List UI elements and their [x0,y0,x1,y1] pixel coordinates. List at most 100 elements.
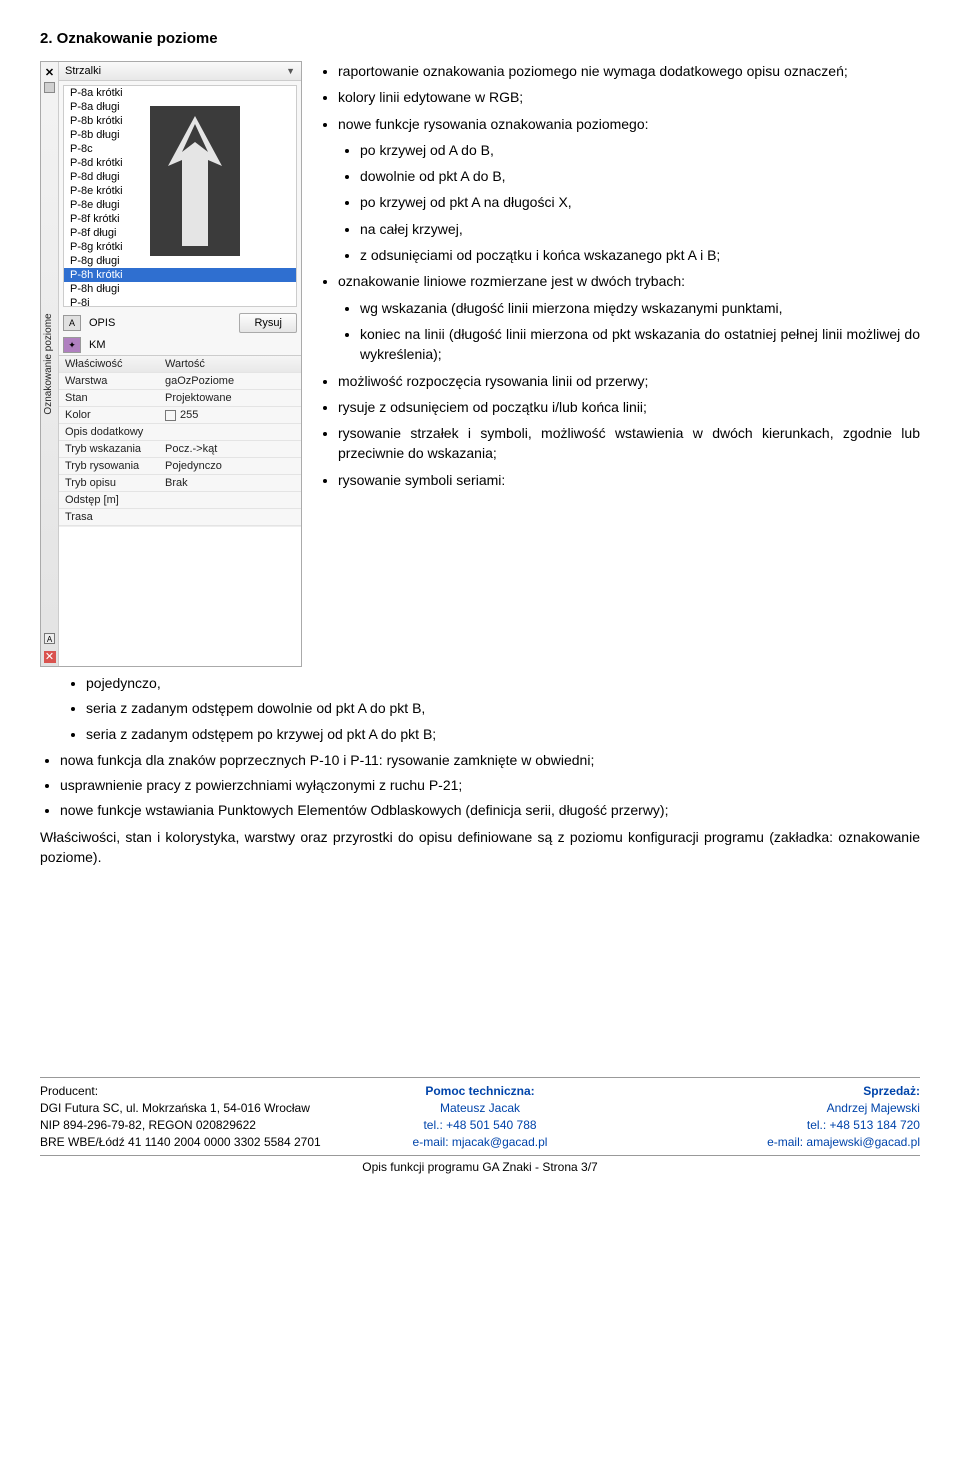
list-item[interactable]: P-8h długi [64,282,296,296]
footer-page-number: Opis funkcji programu GA Znaki - Strona … [40,1160,920,1190]
bullet-item: nowe funkcje rysowania oznakowania pozio… [338,114,920,134]
list-item[interactable]: P-8h krótki [64,268,296,282]
prop-row: Tryb opisuBrak [59,475,301,492]
prop-label: Tryb opisu [59,475,159,491]
bullet-sub-item: na całej krzywej, [360,219,920,239]
prop-label: Stan [59,390,159,406]
bullet-sub-item: z odsunięciami od początku i końca wskaz… [360,245,920,265]
lower-paragraph: Właściwości, stan i kolorystyka, warstwy… [40,827,920,868]
prop-value[interactable] [159,509,301,525]
list-item[interactable]: P-8d długi [64,170,296,184]
bullet-item: kolory linii edytowane w RGB; [338,87,920,107]
footer-name-2: Andrzej Majewski [627,1101,920,1115]
prop-label: Warstwa [59,373,159,389]
footer-name-1: Mateusz Jacak [333,1101,626,1115]
bullet-item: rysowanie strzałek i symboli, możliwość … [338,423,920,464]
palette-vertical-label: Oznakowanie poziome [43,313,54,414]
footer-bank: BRE WBE/Łódź 41 1140 2004 0000 3302 5584… [40,1135,333,1149]
bullet-sub-item: po krzywej od A do B, [360,140,920,160]
opis-tool-label: OPIS [89,317,115,329]
props-header-left: Właściwość [59,356,159,372]
prop-label: Opis dodatkowy [59,424,159,440]
footer-mail-1: e-mail: mjacak@gacad.pl [333,1135,626,1149]
footer-head-pomoc: Pomoc techniczna: [333,1084,626,1098]
prop-row: Odstęp [m] [59,492,301,509]
list-item[interactable]: P-8g długi [64,254,296,268]
km-tool-icon[interactable]: ✦ [63,337,81,353]
prop-value[interactable] [159,424,301,440]
list-item[interactable]: P-8g krótki [64,240,296,254]
palette-sidebar: ✕ Oznakowanie poziome A ✕ [41,62,59,666]
lower-block: pojedynczo, seria z zadanym odstępem dow… [40,673,920,867]
prop-row: StanProjektowane [59,390,301,407]
checkbox-icon[interactable] [165,410,176,421]
list-item[interactable]: P-8f krótki [64,212,296,226]
bullet-sub-item: po krzywej od pkt A na długości X, [360,192,920,212]
footer-mail-2: e-mail: amajewski@gacad.pl [627,1135,920,1149]
bullet-column: raportowanie oznakowania poziomego nie w… [316,61,920,496]
prop-label: Kolor [59,407,159,423]
prop-label: Trasa [59,509,159,525]
prop-row: Tryb wskazaniaPocz.->kąt [59,441,301,458]
opis-tool-icon[interactable]: A [63,315,81,331]
prop-row: WarstwagaOzPoziome [59,373,301,390]
close-icon[interactable]: ✕ [45,62,54,79]
bullet-sub-item: dowolnie od pkt A do B, [360,166,920,186]
tool-row-2: ✦ KM [59,335,301,355]
palette-header-label: Strzalki [65,65,101,77]
tool-row: A OPIS Rysuj [59,311,301,335]
bullet-sub-item: wg wskazania (długość linii mierzona mię… [360,298,920,318]
footer-head-sprzedaz: Sprzedaż: [627,1084,920,1098]
prop-value[interactable]: Brak [159,475,301,491]
bullet-item: rysowanie symboli seriami: [338,470,920,490]
page-footer: Producent: Pomoc techniczna: Sprzedaż: D… [40,1077,920,1190]
red-close-icon[interactable]: ✕ [44,651,56,663]
bullet-sub-item: koniec na linii (długość linii mierzona … [360,324,920,365]
footer-head-producent: Producent: [40,1084,333,1098]
list-item[interactable]: P-8c [64,142,296,156]
prop-row: Kolor255 [59,407,301,424]
palette-empty [59,526,301,666]
footer-tel-2: tel.: +48 513 184 720 [627,1118,920,1132]
dock-icon[interactable] [44,82,55,93]
palette-header: Strzalki ▼ [59,62,301,81]
prop-label: Tryb wskazania [59,441,159,457]
km-tool-label: KM [89,339,106,351]
prop-value[interactable]: Pojedynczo [159,458,301,474]
prop-value[interactable] [159,492,301,508]
footer-addr: DGI Futura SC, ul. Mokrzańska 1, 54-016 … [40,1101,333,1115]
list-item[interactable]: P-8e krótki [64,184,296,198]
section-title: 2. Oznakowanie poziome [40,30,920,47]
list-item[interactable]: P-8f długi [64,226,296,240]
footer-nip: NIP 894-296-79-82, REGON 020829622 [40,1118,333,1132]
a-icon[interactable]: A [44,633,55,644]
bullet-item: możliwość rozpoczęcia rysowania linii od… [338,371,920,391]
bullet-sub-item: pojedynczo, [86,673,920,693]
list-item[interactable]: P-8e długi [64,198,296,212]
prop-row: Opis dodatkowy [59,424,301,441]
palette-panel: ✕ Oznakowanie poziome A ✕ Strzalki ▼ P-8… [40,61,302,667]
list-item[interactable]: P-8i [64,296,296,307]
list-item[interactable]: P-8a długi [64,100,296,114]
bullet-item: nowa funkcja dla znaków poprzecznych P-1… [60,750,920,770]
symbol-list[interactable]: P-8a krótkiP-8a długiP-8b krótkiP-8b dłu… [63,85,297,307]
dropdown-icon[interactable]: ▼ [286,66,295,76]
list-item[interactable]: P-8b krótki [64,114,296,128]
list-item[interactable]: P-8d krótki [64,156,296,170]
prop-row: Trasa [59,509,301,526]
bullet-item: nowe funkcje wstawiania Punktowych Eleme… [60,800,920,820]
bullet-item: usprawnienie pracy z powierzchniami wyłą… [60,775,920,795]
bullet-sub-item: seria z zadanym odstępem dowolnie od pkt… [86,698,920,718]
list-item[interactable]: P-8b długi [64,128,296,142]
prop-value[interactable]: gaOzPoziome [159,373,301,389]
prop-value[interactable]: Pocz.->kąt [159,441,301,457]
bullet-item: rysuje z odsunięciem od początku i/lub k… [338,397,920,417]
props-header-right: Wartość [159,356,301,372]
prop-label: Tryb rysowania [59,458,159,474]
list-item[interactable]: P-8a krótki [64,86,296,100]
prop-value[interactable]: Projektowane [159,390,301,406]
rysuj-button[interactable]: Rysuj [239,313,297,333]
properties-grid: Właściwość Wartość WarstwagaOzPoziomeSta… [59,355,301,526]
prop-value[interactable]: 255 [159,407,301,423]
footer-tel-1: tel.: +48 501 540 788 [333,1118,626,1132]
